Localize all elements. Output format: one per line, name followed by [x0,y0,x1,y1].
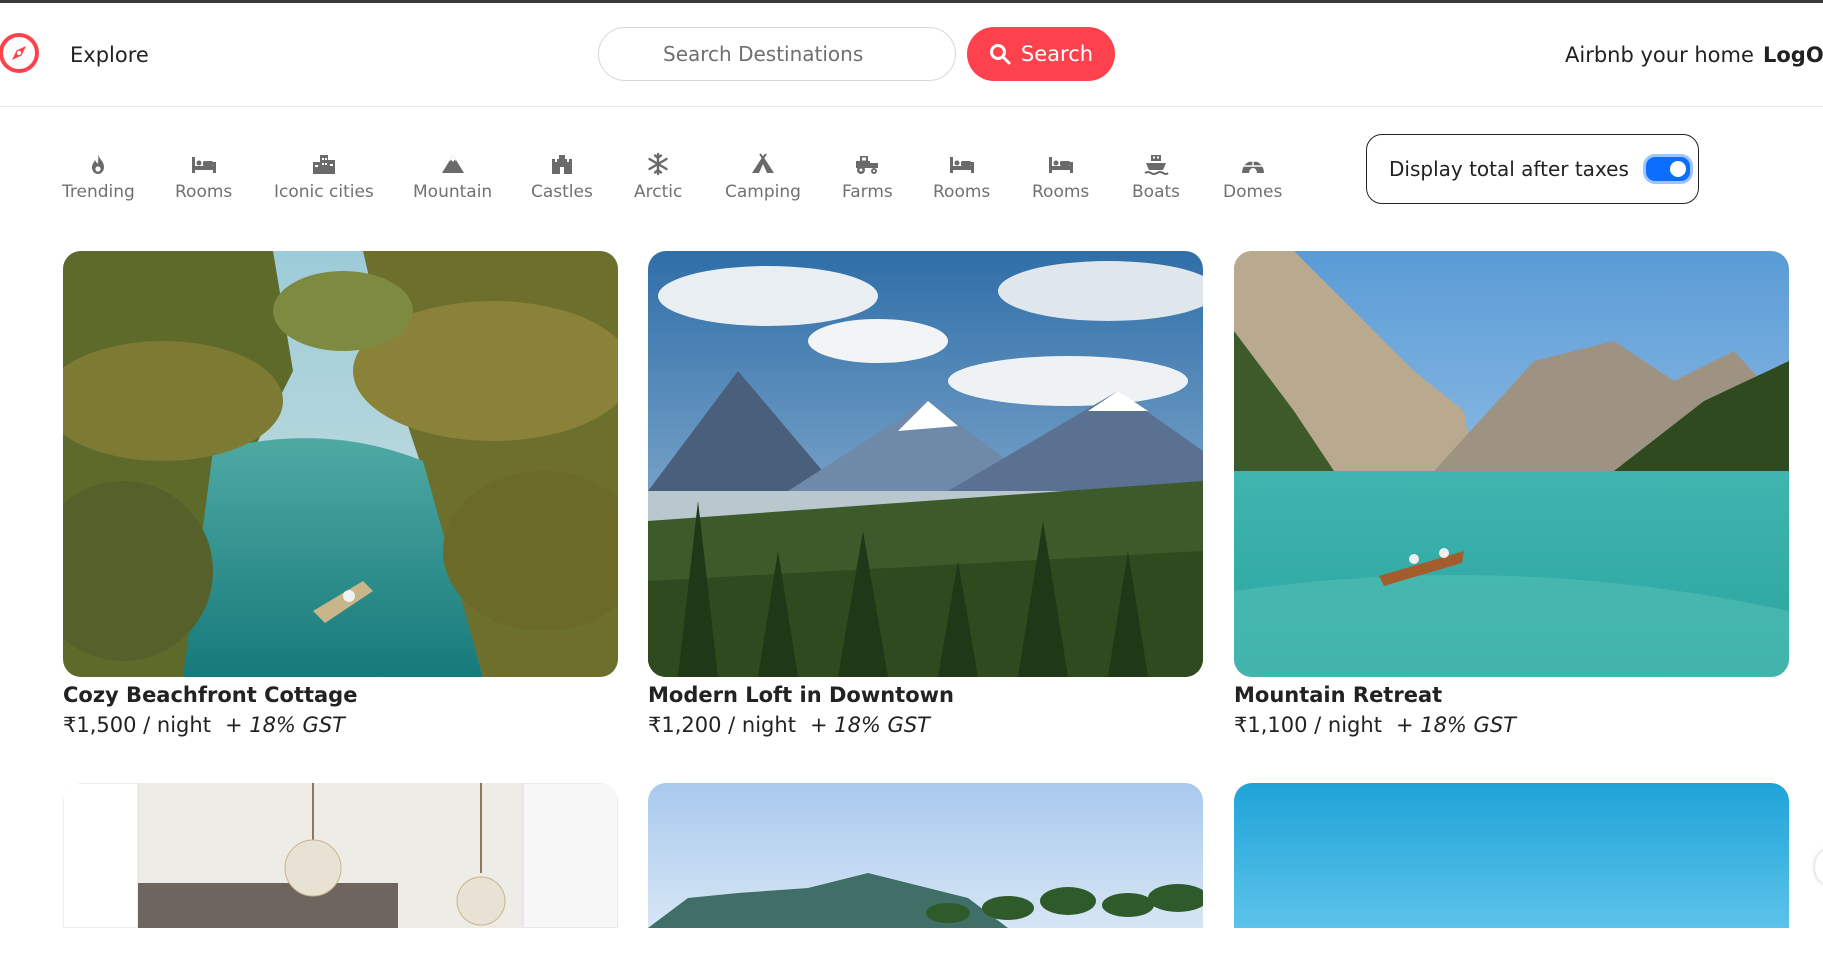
search-icon [989,44,1011,65]
filter-label: Domes [1223,182,1283,202]
listing-card[interactable] [648,783,1203,958]
listing-image[interactable] [648,783,1203,928]
filter-label: Rooms [175,182,233,202]
explore-link[interactable]: Explore [70,43,149,67]
listing-card[interactable] [1234,783,1789,958]
filter-rooms-2[interactable]: Rooms [933,152,990,202]
filter-label: Arctic [634,182,683,202]
filter-label: Farms [842,182,893,202]
filter-label: Rooms [1032,182,1090,202]
filter-label: Iconic cities [274,182,374,202]
mountain-icon [441,155,464,173]
switch-knob [1669,161,1686,177]
filter-domes[interactable]: Domes [1223,152,1282,202]
listing-price: ₹1,100 / night [1234,713,1382,737]
tax-toggle[interactable]: Display total after taxes [1366,134,1699,204]
compass-logo-icon[interactable] [0,31,41,75]
listing-gst: + 18% GST [809,713,930,737]
filter-label: Mountain [413,182,493,202]
filter-boats[interactable]: Boats [1132,152,1180,202]
filter-label: Boats [1132,182,1181,202]
ship-icon [1144,155,1169,175]
listing-price-row: ₹1,100 / night + 18% GST [1234,713,1789,737]
listing-image[interactable] [1234,251,1789,677]
filter-rooms[interactable]: Rooms [175,152,232,202]
filter-label: Castles [531,182,593,202]
listing-title[interactable]: Cozy Beachfront Cottage [63,683,618,707]
filter-trending[interactable]: Trending [62,152,135,202]
logout-link[interactable]: LogOut [1763,43,1823,67]
listing-price-row: ₹1,200 / night + 18% GST [648,713,1203,737]
listing-price-row [648,934,1203,958]
listing-image[interactable] [63,251,618,677]
listing-image[interactable] [1234,783,1789,928]
listing-card[interactable]: Modern Loft in Downtown ₹1,200 / night + … [648,251,1203,737]
filter-castles[interactable]: Castles [531,152,593,202]
airbnb-your-home-link[interactable]: Airbnb your home [1565,43,1754,67]
filter-camping[interactable]: Camping [725,152,801,202]
listing-gst: + 18% GST [1395,713,1516,737]
scroll-to-top-button[interactable] [1815,850,1823,884]
city-icon [312,155,335,174]
filter-label: Rooms [933,182,991,202]
listing-image[interactable] [63,783,618,928]
filter-mountain[interactable]: Mountain [413,152,492,202]
listing-price-row: ₹1,500 / night + 18% GST [63,713,618,737]
filter-label: Trending [62,182,135,202]
listing-card[interactable] [63,783,618,958]
listing-price-row [1234,934,1789,958]
snowflake-icon [648,152,668,176]
listing-image[interactable] [648,251,1203,677]
fire-icon [92,154,105,174]
tax-toggle-label: Display total after taxes [1389,157,1629,181]
listing-card[interactable]: Cozy Beachfront Cottage ₹1,500 / night + … [63,251,618,737]
search-button-label: Search [1020,42,1094,66]
igloo-icon [1241,160,1264,173]
listing-title[interactable]: Mountain Retreat [1234,683,1789,707]
tax-switch[interactable] [1642,154,1693,184]
listing-price: ₹1,500 / night [63,713,211,737]
navbar: Explore Search Airbnb your home LogOut [0,3,1823,107]
listing-price-row [63,934,618,958]
listing-title[interactable]: Modern Loft in Downtown [648,683,1203,707]
filter-label: Camping [725,182,801,202]
bed-icon [191,157,216,173]
search-input[interactable] [598,27,956,81]
filter-arctic[interactable]: Arctic [634,152,682,202]
bed-icon [949,157,974,173]
filter-iconic-cities[interactable]: Iconic cities [274,152,374,202]
tent-icon [751,153,774,173]
listing-gst: + 18% GST [224,713,345,737]
filter-farms[interactable]: Farms [842,152,893,202]
listing-price: ₹1,200 / night [648,713,796,737]
search-button[interactable]: Search [967,27,1115,81]
tractor-icon [856,156,879,174]
bed-icon [1048,157,1073,173]
listing-card[interactable]: Mountain Retreat ₹1,100 / night + 18% GST [1234,251,1789,737]
castle-icon [551,155,572,174]
filter-rooms-3[interactable]: Rooms [1032,152,1089,202]
